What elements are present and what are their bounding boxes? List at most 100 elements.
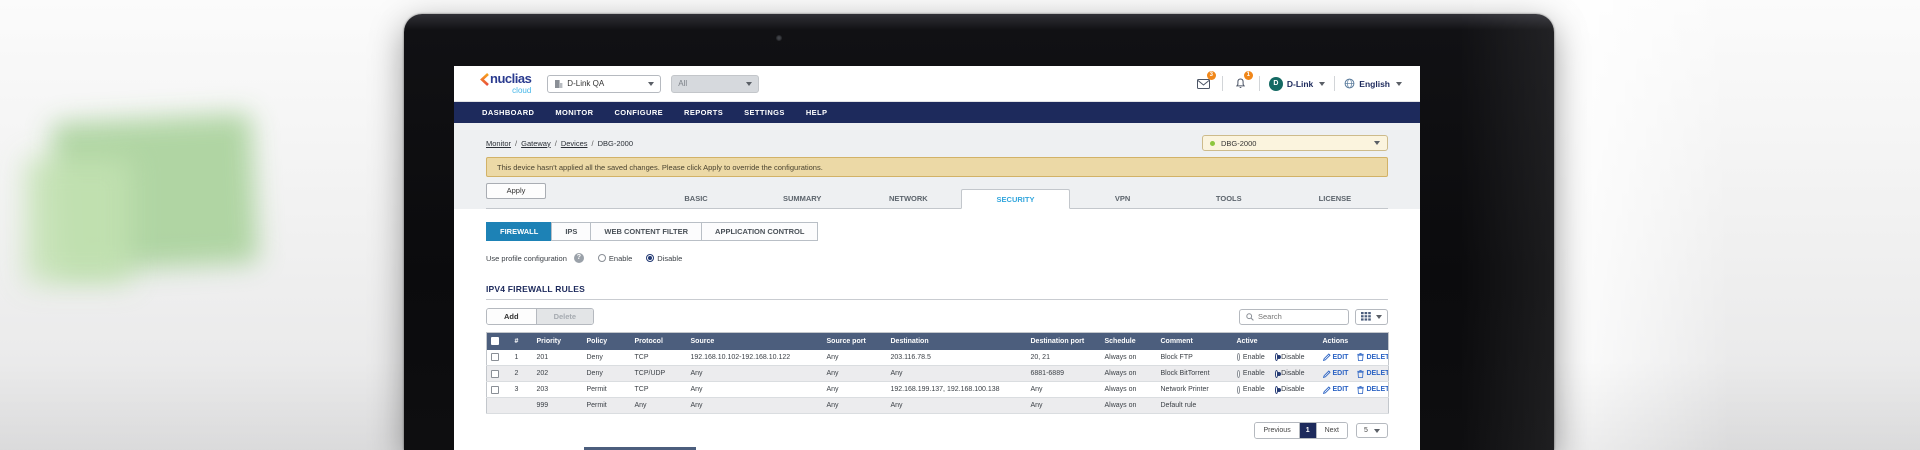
col-header-destination: Destination: [887, 333, 1027, 350]
select-all-checkbox[interactable]: [491, 337, 499, 345]
cell-source: Any: [687, 366, 823, 382]
cell-active: Enable Disable: [1237, 386, 1315, 394]
delete-rule-button[interactable]: DELETE: [1357, 370, 1388, 378]
column-settings-button[interactable]: [1355, 309, 1388, 325]
tab-license[interactable]: LICENSE: [1282, 189, 1388, 208]
page-content: Monitor / Gateway / Devices / DBG-2000 D…: [454, 135, 1420, 450]
device-selector[interactable]: DBG-2000: [1202, 135, 1388, 151]
breadcrumb-devices[interactable]: Devices: [561, 139, 588, 148]
cell-destination-port: Any: [1027, 398, 1101, 414]
profile-enable-radio[interactable]: [598, 254, 606, 262]
cell-comment: Block BitTorrent: [1157, 366, 1233, 382]
add-button[interactable]: Add: [487, 309, 536, 324]
tab-basic[interactable]: BASIC: [643, 189, 749, 208]
cell-source: 192.168.10.102-192.168.10.122: [687, 350, 823, 366]
cell-source: Any: [687, 382, 823, 398]
delete-button[interactable]: Delete: [536, 309, 594, 324]
col-header-priority: Priority: [533, 333, 583, 350]
col-header-comment: Comment: [1157, 333, 1233, 350]
tab-network[interactable]: NETWORK: [855, 189, 961, 208]
cell-source: Any: [687, 398, 823, 414]
tab-tools[interactable]: TOOLS: [1176, 189, 1282, 208]
apply-button[interactable]: Apply: [486, 183, 546, 199]
rule-enable-radio[interactable]: [1237, 370, 1240, 378]
cell-active: Enable Disable: [1237, 370, 1315, 378]
edit-button[interactable]: EDIT: [1323, 353, 1349, 361]
profile-configuration-row: Use profile configuration ? Enable Disab…: [486, 253, 1388, 263]
row-checkbox[interactable]: [491, 370, 499, 378]
account-menu[interactable]: D D-Link: [1269, 77, 1325, 91]
bell-icon: [1235, 78, 1246, 89]
row-checkbox[interactable]: [491, 386, 499, 394]
device-selector-value: DBG-2000: [1221, 139, 1256, 148]
organization-selector[interactable]: D-Link QA: [547, 75, 661, 93]
breadcrumb-gateway[interactable]: Gateway: [521, 139, 551, 148]
rule-disable-radio[interactable]: [1275, 386, 1278, 394]
edit-button[interactable]: EDIT: [1323, 386, 1349, 394]
col-header-protocol: Protocol: [631, 333, 687, 350]
language-menu[interactable]: English: [1344, 78, 1402, 89]
search-input[interactable]: [1258, 312, 1342, 321]
nav-dashboard[interactable]: DASHBOARD: [482, 108, 534, 117]
page-size-selector[interactable]: 5: [1356, 423, 1388, 438]
rule-enable-radio[interactable]: [1237, 353, 1240, 361]
subtab-firewall[interactable]: FIREWALL: [486, 222, 552, 241]
current-page-button[interactable]: 1: [1299, 423, 1316, 438]
profile-disable-radio[interactable]: [646, 254, 654, 262]
chevron-down-icon: [746, 82, 752, 86]
cell-priority: 203: [533, 382, 583, 398]
cell-comment: Default rule: [1157, 398, 1233, 414]
section-title: IPV4 FIREWALL RULES: [486, 284, 1388, 294]
tab-vpn[interactable]: VPN: [1070, 189, 1176, 208]
cell-priority: 201: [533, 350, 583, 366]
firewall-rule-row: 3 203 Permit TCP Any Any 192.168.199.137…: [487, 382, 1389, 398]
subtab-ips[interactable]: IPS: [551, 222, 591, 241]
delete-rule-button[interactable]: DELETE: [1357, 386, 1388, 394]
edit-button[interactable]: EDIT: [1323, 370, 1349, 378]
col-header-number: #: [511, 333, 533, 350]
messages-button[interactable]: 3: [1195, 75, 1213, 92]
rule-disable-radio[interactable]: [1275, 353, 1278, 361]
breadcrumb-monitor[interactable]: Monitor: [486, 139, 511, 148]
nav-configure[interactable]: CONFIGURE: [614, 108, 663, 117]
divider: [1222, 76, 1223, 91]
tab-summary[interactable]: SUMMARY: [749, 189, 855, 208]
page-size-value: 5: [1364, 427, 1368, 434]
apply-and-tabs-row: Apply BASIC SUMMARY NETWORK SECURITY VPN…: [486, 183, 1388, 209]
search-icon: [1246, 313, 1254, 321]
chevron-down-icon: [1396, 82, 1402, 86]
delete-rule-button[interactable]: DELETE: [1357, 353, 1388, 361]
notifications-button[interactable]: 1: [1232, 75, 1250, 92]
messages-badge: 3: [1207, 71, 1216, 80]
chevron-down-icon: [1374, 429, 1380, 433]
envelope-icon: [1197, 79, 1210, 89]
cell-comment: Network Printer: [1157, 382, 1233, 398]
question-icon[interactable]: ?: [574, 253, 584, 263]
webcam-dot: [776, 35, 782, 41]
nav-monitor[interactable]: MONITOR: [555, 108, 593, 117]
device-tabs: BASIC SUMMARY NETWORK SECURITY VPN TOOLS…: [643, 189, 1388, 208]
firewall-rule-row: 1 201 Deny TCP 192.168.10.102-192.168.10…: [487, 350, 1389, 366]
cell-schedule: Always on: [1101, 366, 1157, 382]
pager-group: Previous 1 Next: [1254, 422, 1348, 439]
nav-help[interactable]: HELP: [806, 108, 828, 117]
nav-reports[interactable]: REPORTS: [684, 108, 723, 117]
nuclias-chevron-icon: [480, 73, 489, 86]
site-selector[interactable]: All: [671, 75, 759, 93]
rule-enable-label: Enable: [1243, 354, 1265, 361]
logo-wordmark: nuclias: [490, 73, 531, 85]
subtab-application-control[interactable]: APPLICATION CONTROL: [701, 222, 818, 241]
row-checkbox[interactable]: [491, 353, 499, 361]
pencil-icon: [1323, 370, 1331, 378]
grid-columns-icon: [1361, 312, 1371, 321]
breadcrumb-separator: /: [555, 139, 557, 148]
tab-security[interactable]: SECURITY: [961, 189, 1069, 209]
nav-settings[interactable]: SETTINGS: [744, 108, 785, 117]
cell-protocol: TCP/UDP: [631, 366, 687, 382]
cell-destination-port: 20, 21: [1027, 350, 1101, 366]
previous-page-button[interactable]: Previous: [1255, 423, 1298, 438]
subtab-web-content-filter[interactable]: WEB CONTENT FILTER: [590, 222, 702, 241]
next-page-button[interactable]: Next: [1316, 423, 1347, 438]
rule-disable-radio[interactable]: [1275, 370, 1278, 378]
rule-enable-radio[interactable]: [1237, 386, 1240, 394]
